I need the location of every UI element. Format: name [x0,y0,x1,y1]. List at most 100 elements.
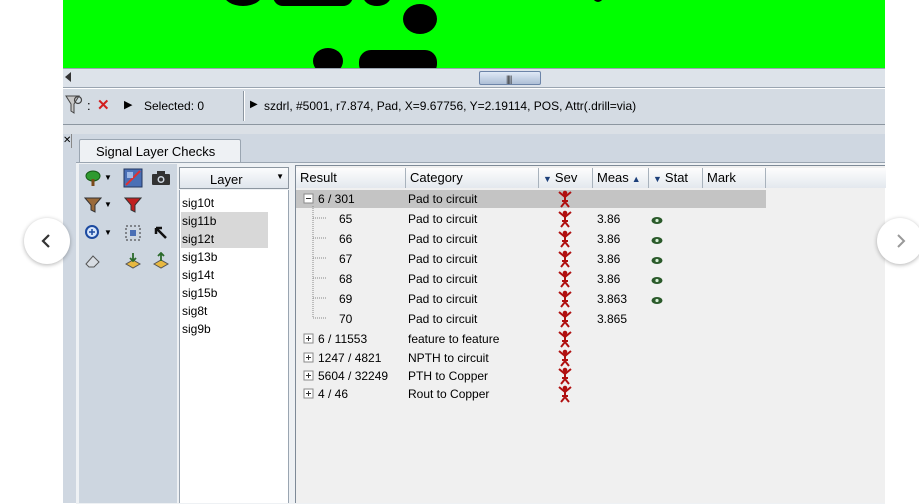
result-row[interactable]: 66 Pad to circuit 3.86 [296,226,766,248]
result-row[interactable]: 67 Pad to circuit 3.86 [296,246,766,268]
layer-view-icon[interactable] [122,167,144,188]
filter-icon[interactable]: ▼ [653,174,662,184]
category-cell: feature to feature [408,332,500,346]
layer-list-item[interactable]: sig10t [181,194,268,212]
result-row[interactable]: 65 Pad to circuit 3.86 [296,206,766,228]
layer-list-item[interactable]: sig8t [181,302,268,320]
result-cell: 6 / 301 [318,192,355,206]
category-cell: Pad to circuit [408,252,478,266]
result-cell: 5604 / 32249 [318,369,389,383]
chevron-down-icon[interactable]: ▼ [104,167,112,188]
filter-separator: : [87,98,91,113]
filter-icon[interactable] [65,94,83,116]
result-group-row[interactable]: 6 / 301 Pad to circuit [296,190,766,208]
eye-icon[interactable] [651,254,663,264]
meas-cell: 3.863 [597,292,628,306]
eye-icon[interactable] [651,234,663,244]
severity-icon [558,385,572,403]
layer-list-item[interactable]: sig12t [181,230,268,248]
chevron-left-icon [41,234,50,248]
tree-icon[interactable] [82,167,104,188]
collapse-icon[interactable] [303,193,314,207]
erase-icon[interactable] [82,250,104,271]
play-icon[interactable]: ▶ [124,98,132,111]
category-cell: Pad to circuit [408,312,478,326]
play-icon[interactable]: ▶ [250,99,258,110]
result-cell: 67 [339,252,353,266]
results-table: Result Category ▼ Sev Meas ▲ ▼ Stat Mark 6 … [295,165,886,503]
layer-list-item[interactable]: sig11b [181,212,268,230]
severity-icon [558,250,572,268]
layer-dropdown-label: Layer [210,172,243,187]
layer-down-icon[interactable] [122,250,144,271]
filter-icon[interactable]: ▼ [543,174,552,184]
chevron-down-icon[interactable]: ▼ [104,194,112,215]
layer-list-item[interactable]: sig14t [181,266,268,284]
layer-list-item[interactable]: sig15b [181,284,268,302]
camera-icon[interactable] [150,167,172,188]
layer-list-item[interactable]: sig9b [181,320,268,338]
category-cell: PTH to Copper [408,369,489,383]
category-cell: Rout to Copper [408,387,490,401]
severity-icon [558,230,572,248]
selection-count: Selected: 0 [144,99,205,113]
severity-filter-icon[interactable] [122,194,144,215]
zoom-icon[interactable] [82,222,104,243]
toolbox: ▼ ▼ ▼ [79,164,177,503]
clear-icon[interactable]: ✕ [97,96,110,114]
column-header-stat[interactable]: ▼ Stat [649,168,703,188]
scrollbar-thumb[interactable]: |||| [479,71,541,85]
result-group-row[interactable]: 1247 / 4821 NPTH to circuit [296,349,766,367]
category-cell: Pad to circuit [408,232,478,246]
layer-dropdown[interactable]: Layer ▼ [179,167,289,189]
close-panel-icon[interactable]: ✕ [63,134,72,148]
sort-ascending-icon: ▲ [631,174,641,184]
category-cell: Pad to circuit [408,212,478,226]
severity-icon [558,367,572,385]
horizontal-scrollbar[interactable]: |||| [63,68,885,88]
severity-icon [558,290,572,308]
tab-label: Signal Layer Checks [96,144,216,159]
pointer-icon[interactable] [150,222,172,243]
result-cell: 4 / 46 [318,387,349,401]
next-slide-button[interactable] [877,218,919,264]
category-cell: Pad to circuit [408,292,478,306]
expand-icon[interactable] [303,370,314,384]
result-group-row[interactable]: 4 / 46 Rout to Copper [296,385,766,403]
eye-icon[interactable] [651,274,663,284]
expand-icon[interactable] [303,388,314,402]
previous-slide-button[interactable] [24,218,70,264]
eye-icon[interactable] [651,294,663,304]
column-header-filler [766,168,886,188]
result-row[interactable]: 70 Pad to circuit 3.865 [296,306,766,328]
layer-list-item[interactable]: sig13b [181,248,268,266]
column-header-meas[interactable]: Meas ▲ [593,168,649,188]
category-cell: NPTH to circuit [408,351,489,365]
column-header-result[interactable]: Result [296,168,406,188]
tree-branch-line [308,306,330,331]
meas-cell: 3.865 [597,312,628,326]
result-row[interactable]: 68 Pad to circuit 3.86 [296,266,766,288]
chevron-down-icon[interactable]: ▼ [104,222,112,243]
layer-up-icon[interactable] [150,250,172,271]
select-area-icon[interactable] [122,222,144,243]
filter-icon[interactable] [82,194,104,215]
column-header-category[interactable]: Category [406,168,539,188]
scroll-left-icon[interactable] [65,72,71,82]
result-cell: 66 [339,232,353,246]
severity-icon [558,210,572,228]
eye-icon[interactable] [651,214,663,224]
expand-icon[interactable] [303,352,314,366]
result-cell: 68 [339,272,353,286]
separator-strip [63,125,885,134]
column-header-mark[interactable]: Mark [703,168,766,188]
result-cell: 69 [339,292,353,306]
result-group-row[interactable]: 5604 / 32249 PTH to Copper [296,367,766,385]
tab-signal-layer-checks[interactable]: Signal Layer Checks [79,139,241,162]
graphics-canvas[interactable] [63,0,885,68]
column-header-sev[interactable]: ▼ Sev [539,168,593,188]
expand-icon[interactable] [303,333,314,347]
layer-list[interactable]: sig10t sig11b sig12t sig13b sig14t sig15b sig8… [179,190,289,503]
result-group-row[interactable]: 6 / 11553 feature to feature [296,330,766,348]
result-row[interactable]: 69 Pad to circuit 3.863 [296,286,766,308]
